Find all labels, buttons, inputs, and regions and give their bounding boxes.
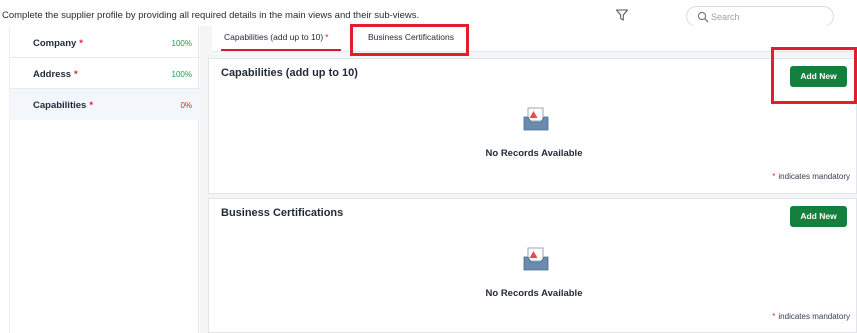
top-bar: Complete the supplier profile by providi… [0,0,857,27]
required-marker: * [325,32,329,42]
sidebar-item-address[interactable]: Address * 100% [10,58,200,89]
sidebar-item-label: Address [33,69,72,80]
sidebar-item-label: Capabilities [33,100,87,111]
mandatory-note: * indicates mandatory [772,172,850,181]
required-marker: * [89,100,94,111]
tab-business-certifications[interactable]: Business Certifications [368,32,454,42]
instructions-text: Complete the supplier profile by providi… [2,10,420,21]
section-title: Business Certifications [221,207,344,219]
sidebar-item-capabilities[interactable]: Capabilities * 0% [10,89,200,120]
add-new-button[interactable]: Add New [790,206,847,227]
completion-percent: 100% [171,39,192,48]
sidebar: Company * 100% Address * 100% Capabilities… [9,26,200,333]
capabilities-section: Capabilities (add up to 10) Add New No R… [208,58,857,194]
empty-records-icon [523,107,549,131]
required-marker: * [79,38,83,49]
empty-records-icon [523,247,549,271]
tab-label: Business Certifications [368,32,454,42]
business-certifications-section: Business Certifications Add New No Recor… [208,198,857,333]
section-title: Capabilities (add up to 10) [221,67,358,79]
tab-label: Capabilities (add up to 10) [224,32,324,42]
active-tab-indicator [221,49,341,51]
search-input[interactable] [711,10,826,24]
completion-percent: 100% [171,70,192,79]
sub-view-tabs: Capabilities (add up to 10) * Business Ce… [212,26,857,52]
mandatory-note: * indicates mandatory [772,312,850,321]
empty-state-text: No Records Available [485,288,583,299]
mandatory-star: * [772,172,776,181]
required-marker: * [74,69,78,80]
mandatory-note-text: indicates mandatory [778,312,850,321]
completion-percent: 0% [180,101,192,110]
main-content: Capabilities (add up to 10) * Business Ce… [200,26,857,333]
empty-state-text: No Records Available [485,148,583,159]
mandatory-star: * [772,312,776,321]
sidebar-item-company[interactable]: Company * 100% [10,27,200,58]
tab-capabilities[interactable]: Capabilities (add up to 10) * [224,32,329,42]
search-icon [697,11,709,23]
search-box[interactable] [686,6,834,27]
sidebar-item-label: Company [33,38,77,49]
add-new-button[interactable]: Add New [790,66,847,87]
mandatory-note-text: indicates mandatory [778,172,850,181]
filter-icon[interactable] [615,8,629,22]
